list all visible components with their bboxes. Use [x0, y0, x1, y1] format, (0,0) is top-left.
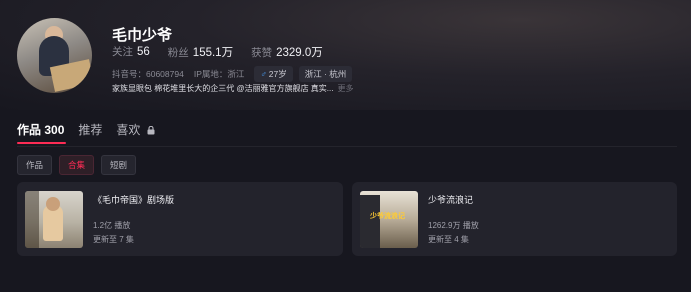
tabs-divider [17, 146, 677, 147]
thumb-figure-head [46, 197, 60, 211]
collection-card[interactable]: 少爷流浪记 少爷流浪记 1262.9万 播放 更新至 4 集 [352, 182, 677, 256]
stat-following[interactable]: 关注 56 [112, 44, 150, 60]
ip-location: IP属地：浙江 [193, 69, 245, 79]
region-tag: 浙江 · 杭州 [298, 66, 353, 82]
collection-title: 《毛巾帝国》剧场版 [93, 195, 175, 205]
tab-likes[interactable]: 喜欢 [116, 121, 155, 138]
tab-recommend[interactable]: 推荐 [78, 121, 102, 138]
active-tab-indicator [17, 142, 66, 144]
collection-views: 1.2亿 播放 [93, 221, 131, 230]
tab-label: 作品 [17, 123, 42, 137]
collection-thumbnail: 少爷流浪记 [360, 191, 418, 248]
collection-thumbnail [25, 191, 83, 248]
filter-chips: 作品 合集 短剧 [17, 155, 143, 175]
profile-name: 毛巾少爷 [112, 27, 173, 44]
stat-label: 关注 [112, 46, 133, 58]
thumb-title-text: 少爷流浪记 [370, 213, 405, 220]
filter-works[interactable]: 作品 [17, 155, 53, 175]
tab-works[interactable]: 作品 300 [17, 121, 64, 138]
thumb-shadow [25, 191, 39, 248]
bio-more-link[interactable]: 更多 [337, 84, 353, 93]
lock-icon [147, 126, 155, 135]
stat-label: 粉丝 [167, 47, 189, 59]
profile-bio: 家族显眼包 棉花堆里长大的企三代 @洁丽雅官方旗舰店 真实... 更多 [112, 83, 353, 94]
thumb-figure [360, 195, 380, 248]
filter-short-drama[interactable]: 短剧 [101, 155, 137, 175]
tab-label: 喜欢 [116, 123, 141, 137]
gender-age-tag: ♂ 27岁 [254, 66, 293, 82]
profile-meta: 抖音号：60608794 IP属地：浙江 ♂ 27岁 浙江 · 杭州 [112, 66, 358, 82]
tab-label: 推荐 [78, 123, 103, 137]
collection-update: 更新至 4 集 [428, 235, 469, 244]
collection-views: 1262.9万 播放 [428, 221, 479, 230]
stat-value: 155.1万 [192, 47, 234, 59]
bio-text: 家族显眼包 棉花堆里长大的企三代 @洁丽雅官方旗舰店 真实... [112, 84, 334, 93]
tab-count: 300 [44, 123, 65, 137]
stat-likes: 获赞 2329.0万 [251, 44, 323, 60]
stat-followers[interactable]: 粉丝 155.1万 [168, 44, 233, 60]
profile-stats: 关注 56 粉丝 155.1万 获赞 2329.0万 [112, 44, 341, 60]
stat-value: 56 [137, 46, 150, 58]
age-text: 27岁 [268, 69, 287, 79]
stat-value: 2329.0万 [276, 47, 323, 59]
collection-update: 更新至 7 集 [93, 235, 134, 244]
collection-title: 少爷流浪记 [428, 195, 474, 205]
douyin-id: 抖音号：60608794 [112, 69, 184, 79]
profile-tabs: 作品 300 推荐 喜欢 [17, 121, 169, 138]
avatar[interactable] [17, 18, 92, 93]
male-icon: ♂ [260, 69, 267, 79]
stat-label: 获赞 [251, 47, 273, 59]
collection-card[interactable]: 《毛巾帝国》剧场版 1.2亿 播放 更新至 7 集 [17, 182, 343, 256]
filter-collections[interactable]: 合集 [59, 155, 95, 175]
